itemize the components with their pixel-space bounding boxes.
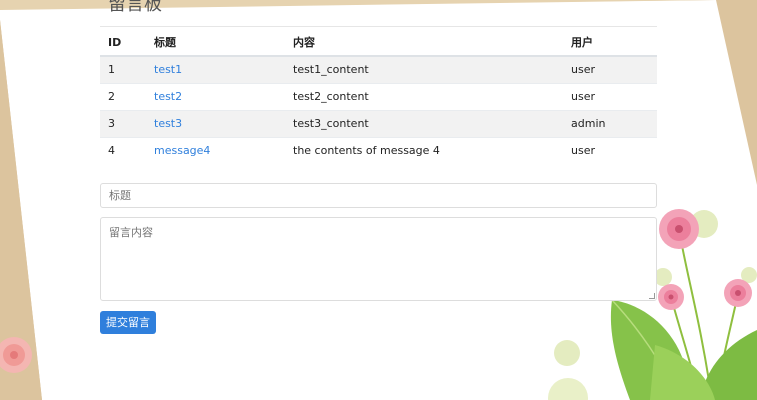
cell-user: user [563, 55, 657, 83]
message-title-link[interactable]: test3 [154, 117, 182, 130]
content-textarea-wrap [100, 217, 657, 301]
message-table: ID 标题 内容 用户 1 test1 test1_content user 2… [100, 29, 657, 164]
cell-content: the contents of message 4 [285, 136, 563, 164]
content-textarea[interactable] [100, 217, 657, 301]
header-title: 标题 [146, 29, 285, 57]
header-id: ID [100, 29, 146, 57]
cell-content: test3_content [285, 109, 563, 137]
table-row: 2 test2 test2_content user [100, 82, 657, 110]
cell-user: admin [563, 109, 657, 137]
cell-title: test3 [146, 109, 285, 137]
table-header-row: ID 标题 内容 用户 [100, 29, 657, 57]
header-user: 用户 [563, 29, 657, 57]
header-content: 内容 [285, 29, 563, 57]
pink-flower-icon [724, 279, 752, 307]
message-title-link[interactable]: message4 [154, 144, 210, 157]
submit-message-button[interactable]: 提交留言 [100, 311, 156, 334]
cell-title: test1 [146, 55, 285, 83]
cell-id: 3 [100, 109, 146, 137]
message-title-link[interactable]: test1 [154, 63, 182, 76]
cell-user: user [563, 82, 657, 110]
table-row: 1 test1 test1_content user [100, 55, 657, 83]
resize-handle-icon[interactable] [649, 293, 655, 299]
page-title: 留言板 [108, 0, 162, 15]
cell-title: message4 [146, 136, 285, 164]
title-input[interactable] [100, 183, 657, 208]
message-title-link[interactable]: test2 [154, 90, 182, 103]
table-row: 4 message4 the contents of message 4 use… [100, 136, 657, 164]
table-row: 3 test3 test3_content admin [100, 109, 657, 137]
cell-id: 1 [100, 55, 146, 83]
cell-user: user [563, 136, 657, 164]
pink-flower-icon [658, 284, 684, 310]
cell-content: test2_content [285, 82, 563, 110]
cell-title: test2 [146, 82, 285, 110]
pink-flower-icon [659, 209, 699, 249]
cell-id: 4 [100, 136, 146, 164]
cell-id: 2 [100, 82, 146, 110]
title-divider [100, 26, 657, 27]
cell-content: test1_content [285, 55, 563, 83]
